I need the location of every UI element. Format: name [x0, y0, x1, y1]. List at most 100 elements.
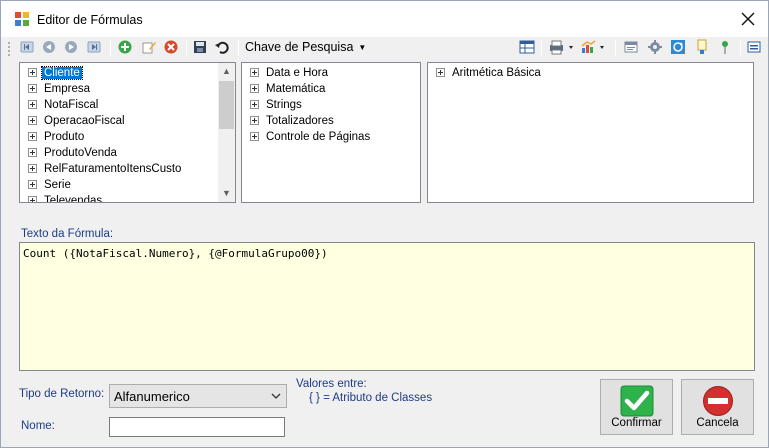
- formula-text-label: Texto da Fórmula:: [21, 228, 114, 240]
- tree-item-operacaofiscal[interactable]: OperacaoFiscal: [28, 113, 127, 129]
- expand-icon[interactable]: [28, 132, 37, 141]
- last-record-button[interactable]: [86, 39, 104, 57]
- confirm-button[interactable]: Confirmar: [600, 379, 673, 435]
- settings-button[interactable]: [647, 39, 665, 57]
- toolbar: Chave de Pesquisa ▼: [1, 37, 768, 60]
- expand-icon[interactable]: [28, 180, 37, 189]
- tree-item-cliente[interactable]: Cliente: [28, 65, 83, 81]
- hint-attributes: { } = Atributo de Classes: [309, 392, 433, 404]
- print-icon: [550, 40, 573, 55]
- pin-icon: [722, 41, 728, 54]
- grid-button[interactable]: [519, 39, 537, 57]
- cancel-button[interactable]: Cancela: [681, 379, 754, 435]
- expand-icon[interactable]: [28, 116, 37, 125]
- menu-button[interactable]: [746, 39, 764, 57]
- formula-textarea[interactable]: Count ({NotaFiscal.Numero}, {@FormulaGru…: [19, 242, 755, 371]
- refresh-button[interactable]: [670, 39, 688, 57]
- first-record-button[interactable]: [19, 39, 37, 57]
- name-input[interactable]: [109, 417, 285, 437]
- tree-item-produtovenda[interactable]: ProdutoVenda: [28, 145, 119, 161]
- expand-icon[interactable]: [250, 100, 259, 109]
- return-type-label: Tipo de Retorno:: [19, 388, 105, 400]
- operators-tree[interactable]: Aritmética Básica: [427, 62, 754, 203]
- delete-button[interactable]: [163, 39, 181, 57]
- expand-icon[interactable]: [250, 132, 259, 141]
- add-button[interactable]: [117, 39, 135, 57]
- formula-editor-window: Editor de Fórmulas Chave de Pesquisa ▼ C…: [0, 0, 769, 448]
- chart-icon: [581, 40, 604, 53]
- expand-icon[interactable]: [250, 68, 259, 77]
- return-type-select[interactable]: Alfanumerico: [109, 384, 287, 408]
- chevron-down-icon: [271, 393, 281, 399]
- scroll-down-icon[interactable]: ▼: [218, 185, 235, 202]
- expand-icon[interactable]: [250, 116, 259, 125]
- name-label: Nome:: [21, 420, 55, 432]
- return-type-value: Alfanumerico: [114, 389, 190, 404]
- window-icon: [624, 41, 638, 53]
- grid-icon: [519, 40, 535, 54]
- expand-icon[interactable]: [28, 84, 37, 93]
- save-icon: [194, 41, 206, 53]
- expand-icon[interactable]: [28, 164, 37, 173]
- scroll-up-icon[interactable]: ▲: [218, 63, 235, 80]
- no-entry-icon: [703, 386, 733, 416]
- functions-tree[interactable]: Data e Hora Matemática Strings Totalizad…: [241, 62, 421, 203]
- print-dropdown-button[interactable]: [548, 39, 576, 57]
- chevron-down-icon: ▼: [358, 43, 367, 52]
- next-record-button[interactable]: [63, 39, 81, 57]
- edit-icon: [142, 42, 156, 54]
- window-button[interactable]: [623, 39, 641, 57]
- tree-item-serie[interactable]: Serie: [28, 177, 73, 193]
- prev-record-button[interactable]: [41, 39, 59, 57]
- tree-item-totalizadores[interactable]: Totalizadores: [250, 113, 336, 129]
- expand-icon[interactable]: [28, 100, 37, 109]
- pin-button[interactable]: [717, 39, 735, 57]
- scroll-thumb[interactable]: [219, 81, 234, 129]
- tree-item-produto[interactable]: Produto: [28, 129, 86, 145]
- tree-item-strings[interactable]: Strings: [250, 97, 304, 113]
- prev-icon: [43, 41, 55, 53]
- last-icon: [87, 41, 101, 53]
- close-icon: [741, 12, 755, 26]
- title-bar: Editor de Fórmulas: [1, 1, 768, 37]
- tree-item-aritmetica-basica[interactable]: Aritmética Básica: [436, 65, 543, 81]
- filter-button[interactable]: [694, 39, 712, 57]
- expand-icon[interactable]: [28, 148, 37, 157]
- search-key-dropdown[interactable]: Chave de Pesquisa ▼: [245, 40, 366, 54]
- add-icon: [118, 40, 132, 54]
- edit-button[interactable]: [141, 39, 159, 57]
- next-icon: [65, 41, 77, 53]
- checkmark-icon: [620, 385, 654, 417]
- gear-icon: [648, 40, 662, 54]
- refresh-icon: [671, 40, 685, 54]
- tree-item-televendas[interactable]: Televendas: [28, 193, 104, 202]
- expand-icon[interactable]: [250, 84, 259, 93]
- hint-title: Valores entre:: [296, 378, 367, 390]
- tree-item-empresa[interactable]: Empresa: [28, 81, 92, 97]
- tree-item-relfaturamento[interactable]: RelFaturamentoItensCusto: [28, 161, 183, 177]
- undo-icon: [215, 41, 229, 54]
- filter-icon: [697, 39, 707, 54]
- undo-button[interactable]: [214, 39, 232, 57]
- tree-item-data-hora[interactable]: Data e Hora: [250, 65, 330, 81]
- close-button[interactable]: [738, 9, 758, 29]
- cancel-label: Cancela: [696, 417, 739, 429]
- classes-tree[interactable]: Cliente Empresa NotaFiscal OperacaoFisca…: [19, 62, 236, 203]
- first-icon: [20, 41, 34, 53]
- toolbar-grip-icon: [8, 42, 10, 56]
- expand-icon[interactable]: [28, 68, 37, 77]
- app-icon: [15, 12, 29, 26]
- confirm-label: Confirmar: [611, 417, 662, 429]
- expand-icon[interactable]: [28, 196, 37, 202]
- tree-item-matematica[interactable]: Matemática: [250, 81, 327, 97]
- delete-icon: [164, 40, 178, 54]
- chart-dropdown-button[interactable]: [580, 39, 608, 57]
- menu-icon: [747, 41, 761, 53]
- save-button[interactable]: [192, 39, 210, 57]
- tree-item-notafiscal[interactable]: NotaFiscal: [28, 97, 100, 113]
- window-title: Editor de Fórmulas: [37, 13, 143, 27]
- search-key-label: Chave de Pesquisa: [245, 40, 354, 54]
- tree-scrollbar[interactable]: ▲ ▼: [218, 63, 235, 202]
- tree-item-controle-paginas[interactable]: Controle de Páginas: [250, 129, 372, 145]
- expand-icon[interactable]: [436, 68, 445, 77]
